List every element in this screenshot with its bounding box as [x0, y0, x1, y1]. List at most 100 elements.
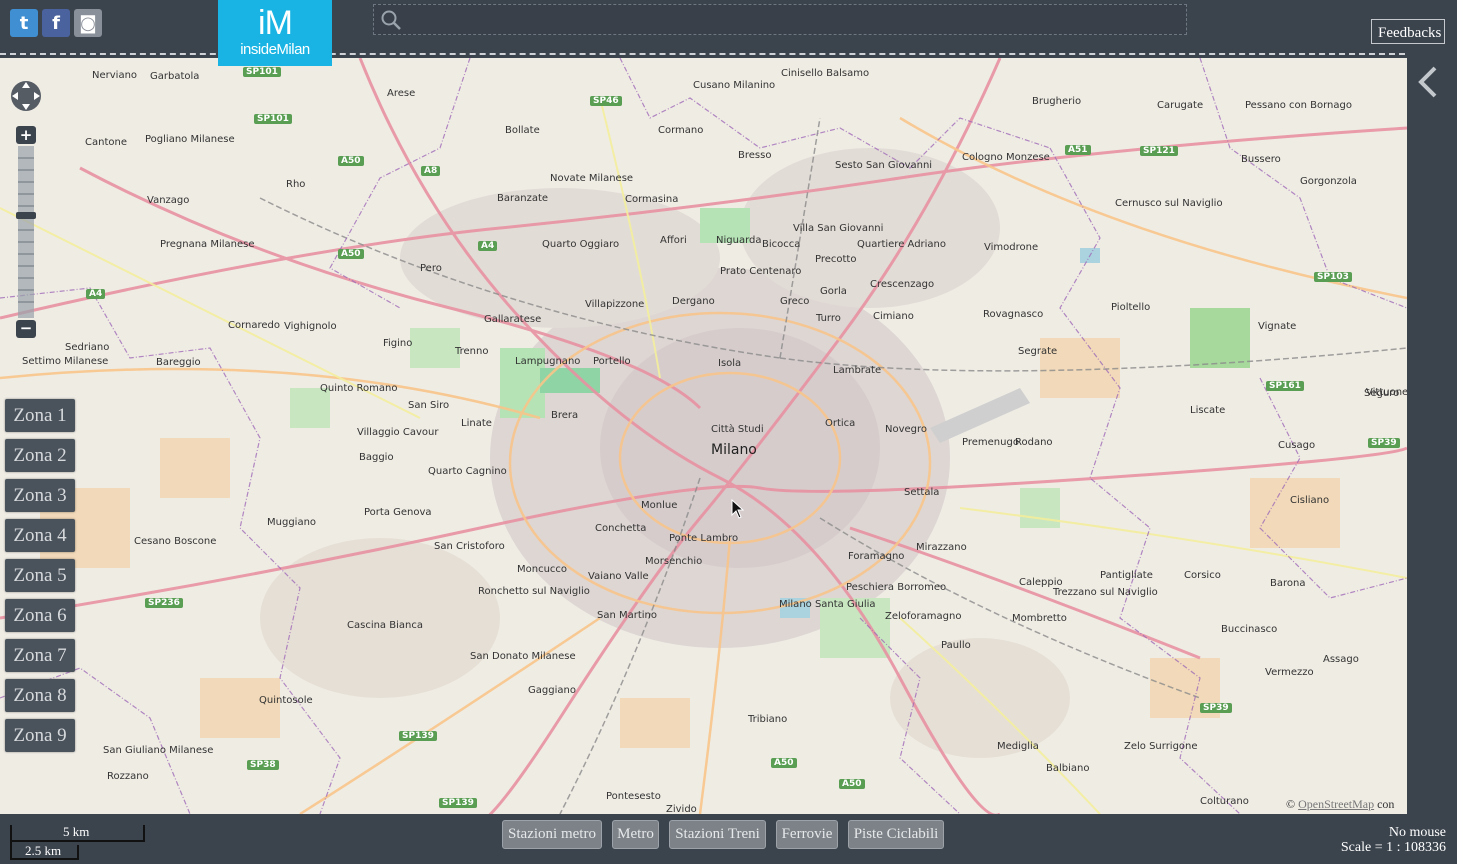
map-label: Assago — [1323, 654, 1359, 665]
map-label: Zelo Surrigone — [1124, 741, 1198, 752]
map-label: Lampugnano — [515, 356, 581, 367]
search-icon[interactable] — [380, 9, 402, 31]
road-shield: A51 — [1065, 145, 1091, 155]
map-label: Quarto Oggiaro — [542, 239, 620, 250]
zone-button-1[interactable]: Zona 1 — [5, 399, 75, 432]
map-label: Cormasina — [625, 194, 679, 205]
map-label: Trezzano sul Naviglio — [1053, 587, 1158, 598]
zone-button-8[interactable]: Zona 8 — [5, 679, 75, 712]
map-label: Città Studi — [711, 424, 764, 435]
map-label: Corsico — [1184, 570, 1221, 581]
layer-button-metro[interactable]: Metro — [612, 820, 659, 849]
map-label: Sedriano — [65, 342, 110, 353]
map-label: Turro — [816, 313, 841, 324]
map-label: Barona — [1270, 578, 1306, 589]
map-label: Vaiano Valle — [588, 571, 649, 582]
layer-button-stazioni-treni[interactable]: Stazioni Treni — [669, 820, 766, 849]
map-label: Bicocca — [762, 239, 801, 250]
map-label: Cascina Bianca — [347, 620, 423, 631]
map-label: Gaggiano — [528, 685, 576, 696]
map-label: Villa San Giovanni — [793, 223, 884, 234]
map-label: Trenno — [455, 346, 489, 357]
map-label: San Giuliano Milanese — [103, 745, 214, 756]
map-label: Isola — [718, 358, 742, 369]
map-canvas[interactable]: Milano Nerviano Garbatola Arese Cusano Mila… — [0, 58, 1407, 814]
map-label: Paullo — [941, 640, 971, 651]
svg-text:+: + — [20, 126, 33, 144]
map-label: Villapizzone — [585, 299, 645, 310]
map-label: Segrate — [1018, 346, 1058, 357]
map-label-milano: Milano — [711, 442, 757, 458]
map-label: Vignate — [1258, 321, 1297, 332]
github-icon[interactable]: ◙ — [74, 9, 102, 37]
map-label: Cormano — [658, 125, 704, 136]
road-shield: A8 — [421, 166, 441, 176]
map-label: Sesto San Giovanni — [835, 160, 933, 171]
pan-control[interactable] — [8, 78, 44, 114]
map-label: Bollate — [505, 125, 540, 136]
zone-button-5[interactable]: Zona 5 — [5, 559, 75, 592]
map-label: Greco — [780, 296, 810, 307]
map-label: Dergano — [672, 296, 715, 307]
map-label: Settimo Milanese — [22, 356, 109, 367]
map-label: Vighignolo — [284, 321, 337, 332]
road-shield: A50 — [338, 156, 364, 166]
map-label: Premenugo — [962, 437, 1019, 448]
zoom-slider[interactable]: + − — [16, 126, 36, 338]
zone-button-4[interactable]: Zona 4 — [5, 519, 75, 552]
scale-large-label: 5 km — [63, 824, 90, 839]
zone-button-2[interactable]: Zona 2 — [5, 439, 75, 472]
map-label: Pontesesto — [606, 791, 661, 802]
twitter-icon[interactable]: t — [10, 9, 38, 37]
map-label: Pero — [420, 263, 442, 274]
map-label: Novegro — [885, 424, 928, 435]
chevron-left-icon[interactable] — [1415, 64, 1441, 100]
map-label: Rovagnasco — [983, 309, 1044, 320]
zone-button-9[interactable]: Zona 9 — [5, 719, 75, 752]
osm-link[interactable]: OpenStreetMap — [1298, 797, 1374, 811]
map-tiles — [0, 58, 1407, 814]
map-label: Quarto Cagnino — [428, 466, 507, 477]
map-label: Baggio — [359, 452, 394, 463]
map-label: Colturano — [1200, 796, 1249, 807]
feedback-button[interactable]: Feedbacks — [1371, 19, 1445, 44]
zone-button-7[interactable]: Zona 7 — [5, 639, 75, 672]
map-label: Figino — [383, 338, 413, 349]
layer-button-piste-ciclabili[interactable]: Piste Ciclabili — [848, 820, 944, 849]
road-shield: SP101 — [243, 67, 281, 77]
map-label: Cimiano — [873, 311, 914, 322]
map-label: Morsenchio — [645, 556, 703, 567]
map-label: Muggiano — [267, 517, 317, 528]
map-label: Portello — [593, 356, 631, 367]
layer-button-ferrovie[interactable]: Ferrovie — [776, 820, 838, 849]
map-label: Porta Genova — [364, 507, 432, 518]
map-label: Rho — [286, 179, 306, 190]
map-label: Cologno Monzese — [962, 152, 1050, 163]
site-logo[interactable]: iM insideMilan — [218, 0, 332, 66]
map-label: Balbiano — [1046, 763, 1090, 774]
map-label: Conchetta — [595, 523, 647, 534]
search-input[interactable] — [410, 8, 1174, 32]
road-shield: SP139 — [439, 798, 477, 808]
map-label: Vimodrone — [984, 242, 1039, 253]
road-shield: SP103 — [1314, 272, 1352, 282]
map-label: Gorgonzola — [1300, 176, 1357, 187]
search-box — [373, 4, 1187, 35]
scale-ratio: Scale = 1 : 108336 — [1340, 840, 1446, 855]
road-shield: SP101 — [254, 114, 292, 124]
road-shield: SP236 — [145, 598, 183, 608]
map-label: Pantigliate — [1100, 570, 1153, 581]
map-label: Pessano con Bornago — [1245, 100, 1352, 111]
logo-text: insideMilan — [240, 41, 310, 58]
map-label: San Siro — [408, 400, 450, 411]
facebook-icon[interactable]: f — [42, 9, 70, 37]
map-label: Crescenzago — [870, 279, 935, 290]
zone-button-6[interactable]: Zona 6 — [5, 599, 75, 632]
scale-small-label: 2.5 km — [25, 843, 62, 858]
road-shield: SP46 — [590, 96, 622, 106]
map-label: Ronchetto sul Naviglio — [478, 586, 590, 597]
zone-button-3[interactable]: Zona 3 — [5, 479, 75, 512]
map-label: Linate — [461, 418, 492, 429]
layer-button-stazioni-metro[interactable]: Stazioni metro — [502, 820, 602, 849]
map-label: Quinto Romano — [320, 383, 398, 394]
